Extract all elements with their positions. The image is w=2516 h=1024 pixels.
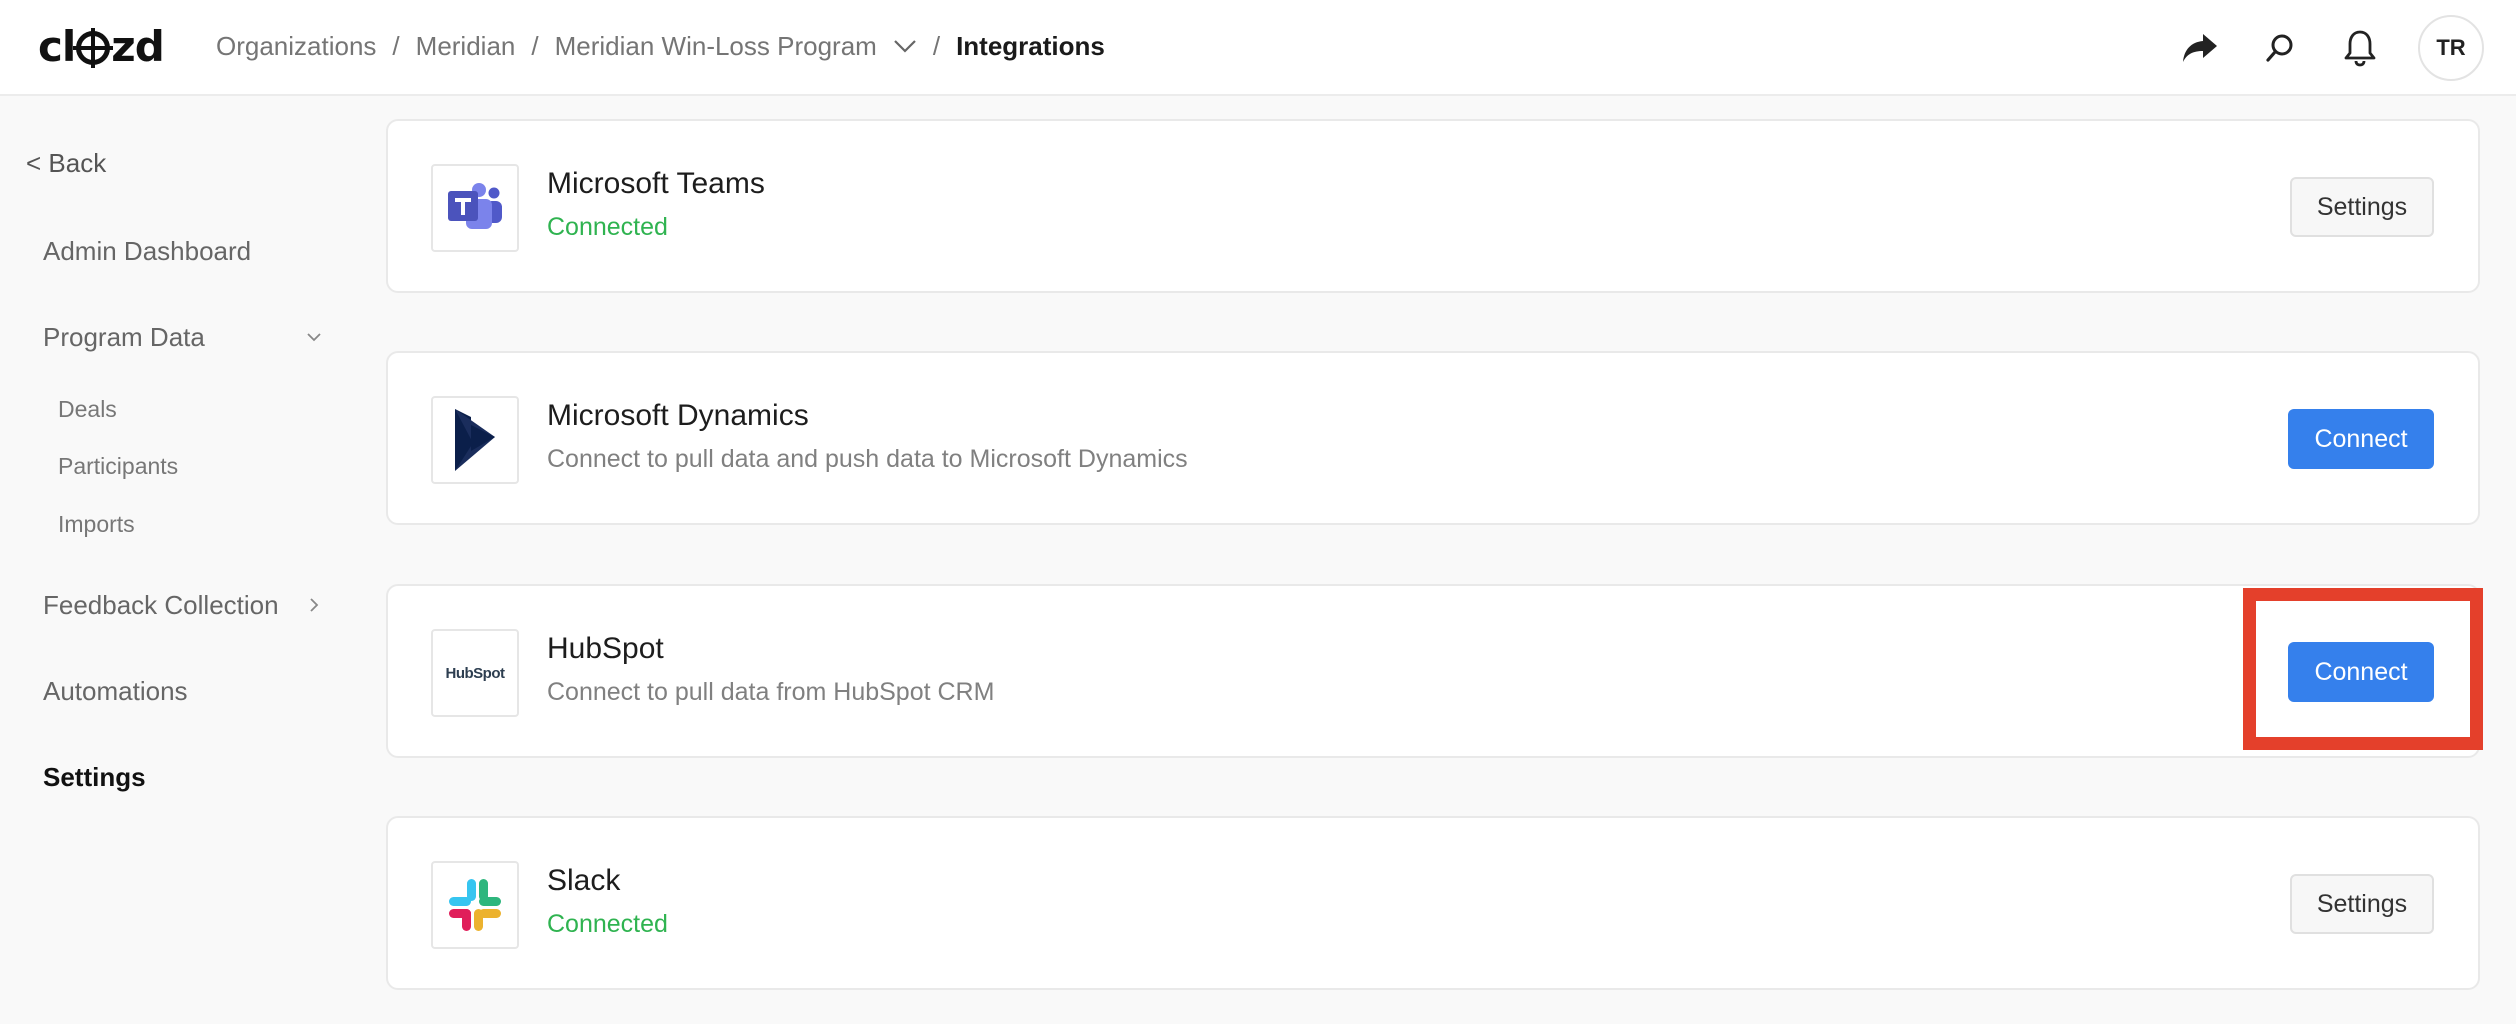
integration-name: Microsoft Teams <box>547 167 765 200</box>
breadcrumb-separator: / <box>392 30 400 61</box>
integration-description: Connect to pull data and push data to Mi… <box>547 445 1188 473</box>
integration-name: Microsoft Dynamics <box>547 399 809 432</box>
chevron-down-icon <box>303 326 325 348</box>
share-icon[interactable] <box>2178 26 2222 70</box>
sidebar-item-automations[interactable]: Automations <box>43 676 188 707</box>
integration-card-hubspot: HubSpot HubSpot Connect to pull data fro… <box>386 584 2480 758</box>
sidebar-item-imports[interactable]: Imports <box>58 511 135 538</box>
connect-button[interactable]: Connect <box>2288 642 2434 702</box>
integration-name: Slack <box>547 864 621 897</box>
sidebar-item-participants[interactable]: Participants <box>58 453 178 480</box>
hubspot-logo-text: HubSpot <box>445 664 505 682</box>
top-icons: TR <box>2178 13 2484 83</box>
integration-name: HubSpot <box>547 632 664 665</box>
integration-card-microsoft-teams: Microsoft Teams Connected Settings <box>386 119 2480 293</box>
settings-button[interactable]: Settings <box>2290 874 2434 934</box>
breadcrumb: Organizations / Meridian / Meridian Win-… <box>216 26 1105 66</box>
sidebar-item-settings[interactable]: Settings <box>43 762 146 793</box>
back-link[interactable]: < Back <box>26 148 106 179</box>
connect-button[interactable]: Connect <box>2288 409 2434 469</box>
sidebar: < Back Admin Dashboard Program Data Deal… <box>0 98 360 1024</box>
breadcrumb-organizations[interactable]: Organizations <box>216 31 376 62</box>
sidebar-item-feedback-collection[interactable]: Feedback Collection <box>43 590 343 621</box>
chevron-down-icon[interactable] <box>893 34 917 58</box>
integration-description: Connect to pull data from HubSpot CRM <box>547 678 995 706</box>
sidebar-item-deals[interactable]: Deals <box>58 396 117 423</box>
bell-icon[interactable] <box>2338 26 2382 70</box>
top-bar: cl zd Organizations / Meridian / Meridian… <box>0 0 2516 96</box>
settings-button[interactable]: Settings <box>2290 177 2434 237</box>
search-icon[interactable] <box>2258 26 2302 70</box>
sidebar-item-program-data[interactable]: Program Data <box>43 322 343 353</box>
breadcrumb-program[interactable]: Meridian Win-Loss Program <box>555 31 877 62</box>
integration-status: Connected <box>547 910 668 938</box>
dynamics-icon <box>431 396 519 484</box>
chevron-right-icon <box>303 594 325 616</box>
breadcrumb-separator: / <box>932 30 941 61</box>
breadcrumb-current: Integrations <box>956 30 1105 61</box>
integration-card-microsoft-dynamics: Microsoft Dynamics Connect to pull data … <box>386 351 2480 525</box>
breadcrumb-separator: / <box>531 30 539 61</box>
slack-icon <box>431 861 519 949</box>
hubspot-icon: HubSpot <box>431 629 519 717</box>
sidebar-item-admin-dashboard[interactable]: Admin Dashboard <box>43 236 251 267</box>
sidebar-item-label: Program Data <box>43 322 205 352</box>
integration-card-slack: Slack Connected Settings <box>386 816 2480 990</box>
sidebar-item-label: Feedback Collection <box>43 590 279 620</box>
breadcrumb-meridian[interactable]: Meridian <box>416 31 516 62</box>
avatar[interactable]: TR <box>2418 15 2484 81</box>
teams-icon <box>431 164 519 252</box>
integration-status: Connected <box>547 213 668 241</box>
clozd-logo[interactable]: cl zd <box>38 20 165 72</box>
